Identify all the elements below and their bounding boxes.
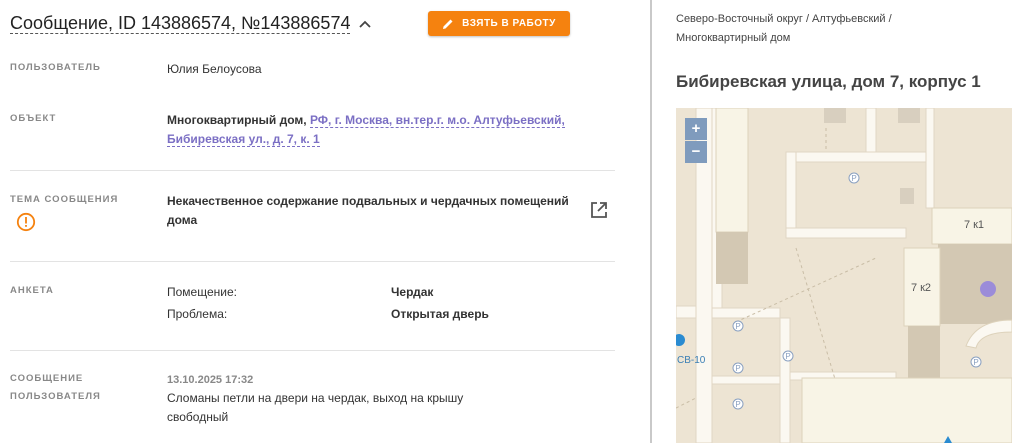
- pencil-icon: [443, 19, 453, 29]
- breadcrumb-line2[interactable]: Многоквартирный дом: [676, 32, 790, 44]
- topic-value-line2: дома: [167, 213, 198, 227]
- message-text-line1: Сломаны петли на двери на чердак, выход …: [167, 391, 464, 405]
- divider: [10, 350, 615, 351]
- parking-label-4: P: [735, 400, 740, 409]
- parking-label-5: P: [785, 352, 790, 361]
- topic-value: Некачественное содержание подвальных и ч…: [167, 192, 569, 230]
- road-label: СВ-10: [677, 355, 706, 366]
- location-panel: Северо-Восточный округ / Алтуфьевский / …: [652, 0, 1012, 443]
- message-title[interactable]: Сообщение, ID 143886574, №143886574: [10, 13, 372, 34]
- parking-label-1: P: [851, 174, 856, 183]
- take-to-work-label: ВЗЯТЬ В РАБОТУ: [462, 18, 556, 29]
- parking-label-2: P: [735, 322, 740, 331]
- message-label: СООБЩЕНИЕ ПОЛЬЗОВАТЕЛЯ: [10, 370, 101, 406]
- message-label-line1: СООБЩЕНИЕ: [10, 373, 84, 384]
- survey-value-2: Открытая дверь: [391, 307, 489, 321]
- breadcrumb: Северо-Восточный округ / Алтуфьевский / …: [676, 10, 976, 48]
- divider: [10, 170, 615, 171]
- route-marker-icon: [676, 334, 685, 346]
- survey-key-1: Помещение:: [167, 285, 237, 299]
- map-canvas[interactable]: P P P P P P 7 к1 7 к2 СВ-10: [676, 108, 1012, 443]
- message-title-text[interactable]: Сообщение, ID 143886574, №143886574: [10, 13, 351, 34]
- object-address-link-1[interactable]: РФ, г. Москва, вн.тер.г. м.о. Алтуфьевск…: [309, 113, 565, 128]
- message-text-line2: свободный: [167, 410, 229, 424]
- breadcrumb-line1[interactable]: Северо-Восточный округ / Алтуфьевский /: [676, 13, 892, 25]
- message-panel: Сообщение, ID 143886574, №143886574 ВЗЯТ…: [0, 0, 650, 443]
- survey-label: АНКЕТА: [10, 285, 54, 296]
- parking-label-6: P: [973, 358, 978, 367]
- message-label-line2: ПОЛЬЗОВАТЕЛЯ: [10, 391, 101, 402]
- building-label-7k1: 7 к1: [964, 219, 984, 231]
- message-text: Сломаны петли на двери на чердак, выход …: [167, 389, 463, 427]
- parking-label-3: P: [735, 364, 740, 373]
- chevron-up-icon[interactable]: [358, 17, 372, 31]
- zoom-out-button[interactable]: −: [685, 141, 707, 163]
- message-date: 13.10.2025 17:32: [167, 374, 254, 386]
- divider: [10, 261, 615, 262]
- take-to-work-button[interactable]: ВЗЯТЬ В РАБОТУ: [428, 11, 570, 36]
- zoom-in-button[interactable]: +: [685, 118, 707, 140]
- map[interactable]: P P P P P P 7 к1 7 к2 СВ-10 + −: [676, 108, 1012, 443]
- object-label: ОБЪЕКТ: [10, 113, 57, 124]
- location-marker-icon[interactable]: [980, 281, 996, 297]
- object-address-link-2[interactable]: Бибиревская ул., д. 7, к. 1: [167, 132, 320, 147]
- user-label: ПОЛЬЗОВАТЕЛЬ: [10, 62, 101, 73]
- topic-label: ТЕМА СООБЩЕНИЯ: [10, 194, 119, 205]
- user-value: Юлия Белоусова: [167, 62, 262, 76]
- external-link-icon[interactable]: [589, 200, 609, 220]
- object-value: Многоквартирный дом, РФ, г. Москва, вн.т…: [167, 111, 565, 149]
- survey-key-2: Проблема:: [167, 307, 228, 321]
- survey-value-1: Чердак: [391, 285, 434, 299]
- address-title: Бибиревская улица, дом 7, корпус 1: [676, 72, 981, 91]
- warning-icon: [16, 212, 36, 232]
- object-type: Многоквартирный дом,: [167, 113, 307, 127]
- topic-value-line1: Некачественное содержание подвальных и ч…: [167, 194, 569, 208]
- building-label-7k2: 7 к2: [911, 282, 931, 294]
